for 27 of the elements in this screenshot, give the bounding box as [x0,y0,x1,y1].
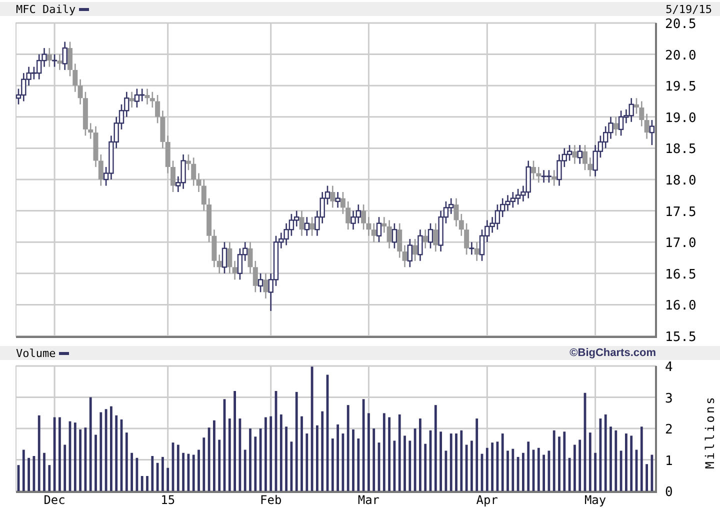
axis-label: Apr [476,493,498,507]
axis-label: 17.5 [665,204,696,220]
axis-label: 17.0 [665,236,696,252]
axis-label: 19.0 [665,110,696,126]
axis-label: 2 [665,422,673,438]
axis-title: Millions [703,395,717,469]
volume-title: Volume [16,348,56,358]
axis-label: 16.5 [665,267,696,282]
axis-label: 20.0 [665,48,696,64]
chart-title: MFC Daily [16,4,76,14]
chart-date: 5/19/15 [666,4,712,14]
credit-text: ©BigCharts.com [570,348,656,358]
axis-label: 18.5 [665,142,696,158]
axis-label: 15.5 [665,330,696,345]
axis-label: Feb [260,493,282,507]
axis-label: 15 [160,493,176,507]
axis-label: 16.0 [665,298,696,314]
axis-label: Mar [358,493,380,507]
axis-label: 4 [665,360,673,375]
axis-label: May [584,493,606,507]
axis-label: 18.0 [665,174,696,188]
axis-label: 1 [665,454,673,469]
axis-label: 3 [665,391,673,406]
axis-label: Dec [44,493,66,507]
axis-label: 19.5 [665,80,696,95]
axis-label: 20.5 [665,17,696,32]
axis-label: 0 [665,485,673,500]
